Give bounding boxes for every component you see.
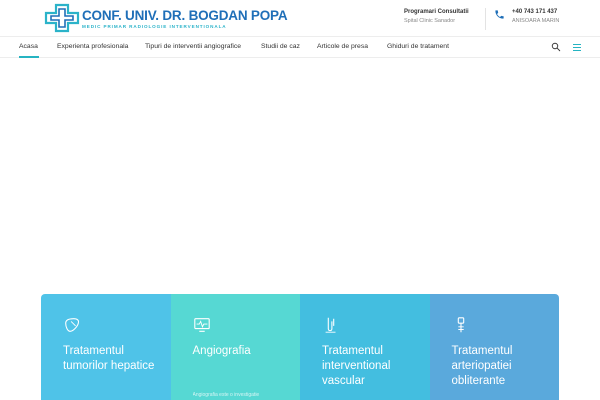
card-title: Angiografia [192,345,251,357]
phone-contact[interactable]: +40 743 171 437 ANISOARA MARIN [512,9,592,24]
nav-active-indicator [19,56,39,58]
phone-number[interactable]: +40 743 171 437 [512,9,592,15]
service-card-liver[interactable]: Tratamentul tumorilor hepatice [41,294,171,400]
consultations-label: Programari Consultatii [404,9,469,15]
card-title: Tratamentul interventional vascular [322,345,391,387]
consultations-info: Programari Consultatii Spital Clinic San… [404,9,484,24]
vessel-icon [325,317,336,333]
hamburger-menu-icon[interactable] [572,43,582,52]
nav-item-articole-presa[interactable]: Articole de presa [317,43,368,50]
logo-title: CONF. UNIV. DR. BOGDAN POPA [82,8,288,23]
site-header: CONF. UNIV. DR. BOGDAN POPA MEDIC PRIMAR… [0,0,600,36]
phone-contact-name: ANISOARA MARIN [512,18,560,24]
nav-item-experienta[interactable]: Experienta profesionala [57,43,128,50]
medical-cross-logo-icon [44,3,80,33]
stent-icon [457,317,464,333]
nav-item-studii-de-caz[interactable]: Studii de caz [261,43,300,50]
logo-subtitle: MEDIC PRIMAR RADIOLOGIE INTERVENTIONALA [82,24,227,29]
search-icon[interactable] [551,42,561,52]
main-nav: Acasa Experienta profesionala Tipuri de … [0,36,600,58]
monitor-icon [193,318,210,332]
liver-icon [65,318,80,332]
service-card-arteriopatie[interactable]: Tratamentul arteriopatiei obliterante [429,294,559,400]
nav-item-ghiduri[interactable]: Ghiduri de tratament [387,43,449,50]
site-logo[interactable]: CONF. UNIV. DR. BOGDAN POPA MEDIC PRIMAR… [44,3,288,33]
phone-icon [495,10,504,19]
nav-item-acasa[interactable]: Acasa [19,43,38,50]
header-divider [485,8,486,30]
consultations-location: Spital Clinic Sanador [404,18,456,24]
card-text: Angiografia este o investigatie [192,392,260,398]
service-card-angiografia[interactable]: Angiografia Angiografia este o investiga… [170,294,300,400]
services-cards: Tratamentul tumorilor hepatice Angiograf… [41,294,559,400]
service-card-vascular[interactable]: Tratamentul interventional vascular [300,294,430,400]
card-title: Tratamentul tumorilor hepatice [63,345,155,372]
nav-item-tipuri-interventii[interactable]: Tipuri de interventii angiografice [145,43,241,50]
card-title: Tratamentul arteriopatiei obliterante [451,345,513,387]
